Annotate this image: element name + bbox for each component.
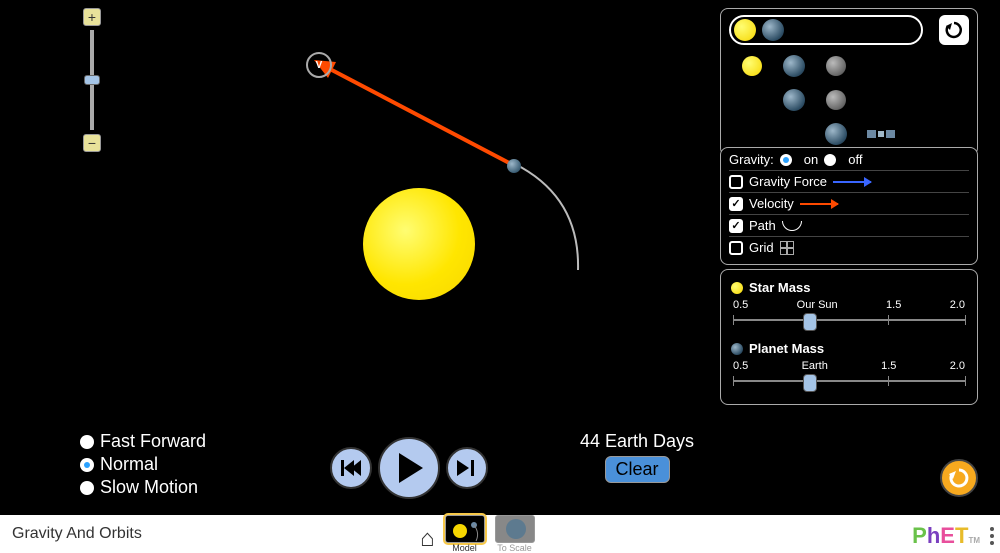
tab-label: Model	[452, 543, 477, 553]
gravity-label: Gravity:	[729, 152, 774, 167]
step-button[interactable]	[446, 447, 488, 489]
sim-title: Gravity And Orbits	[12, 525, 142, 543]
selected-system	[729, 15, 923, 45]
planet-mass-slider[interactable]	[733, 372, 965, 394]
tick: Our Sun	[797, 299, 838, 311]
velocity-vector[interactable]	[310, 54, 525, 174]
speed-radio-group: Fast Forward Normal Slow Motion	[80, 429, 206, 500]
arrow-icon	[833, 181, 871, 183]
preset-sun-planet[interactable]	[742, 56, 762, 76]
radio-icon	[80, 481, 94, 495]
speed-slow-label: Slow Motion	[100, 477, 198, 498]
arrow-icon	[800, 203, 838, 205]
tick: Earth	[802, 360, 828, 372]
velocity-head[interactable]: V	[306, 52, 332, 78]
planet-mass-label: Planet Mass	[749, 341, 824, 356]
path-label: Path	[749, 218, 776, 233]
sun-icon	[734, 19, 756, 41]
velocity-checkbox[interactable]	[729, 197, 743, 211]
velocity-label-cb: Velocity	[749, 196, 794, 211]
tab-to-scale[interactable]: To Scale	[495, 515, 535, 553]
velocity-label: V	[316, 60, 323, 71]
speed-normal-label: Normal	[100, 454, 158, 475]
tick: 0.5	[733, 299, 748, 311]
tick: 1.5	[886, 299, 901, 311]
path-checkbox[interactable]	[729, 219, 743, 233]
speed-fast-label: Fast Forward	[100, 431, 206, 452]
clear-button[interactable]: Clear	[605, 456, 670, 483]
grid-label: Grid	[749, 240, 774, 255]
tick: 1.5	[881, 360, 896, 372]
star-mass-slider[interactable]	[733, 311, 965, 333]
preset-planet-moon[interactable]	[826, 56, 846, 76]
tick: 0.5	[733, 360, 748, 372]
tick: 2.0	[950, 360, 965, 372]
play-button[interactable]	[378, 437, 440, 499]
planet-body[interactable]	[507, 159, 521, 173]
preset-earth2[interactable]	[783, 89, 805, 111]
slider-thumb[interactable]	[803, 374, 817, 392]
radio-icon	[80, 458, 94, 472]
zoom-slider[interactable]	[90, 30, 94, 130]
gravity-on-radio[interactable]	[780, 154, 792, 166]
home-icon: ⌂	[420, 525, 435, 553]
speed-normal[interactable]: Normal	[80, 454, 206, 475]
speed-fast[interactable]: Fast Forward	[80, 431, 206, 452]
system-panel	[720, 8, 978, 156]
sun-icon	[731, 282, 743, 294]
preset-moon2[interactable]	[826, 90, 846, 110]
rewind-button[interactable]	[330, 447, 372, 489]
star-mass-label: Star Mass	[749, 280, 810, 295]
gravity-off-label: off	[848, 152, 862, 167]
radio-icon	[80, 435, 94, 449]
grid-icon	[780, 241, 794, 255]
sun-body[interactable]	[363, 188, 475, 300]
path-icon	[782, 221, 802, 231]
home-button[interactable]: ⌂	[420, 525, 435, 553]
speed-slow[interactable]: Slow Motion	[80, 477, 206, 498]
reset-system-button[interactable]	[939, 15, 969, 45]
tick: 2.0	[950, 299, 965, 311]
gravity-force-label: Gravity Force	[749, 174, 827, 189]
zoom-in-button[interactable]: +	[83, 8, 101, 26]
preset-earth3[interactable]	[825, 123, 847, 145]
preset-satellite[interactable]	[867, 126, 895, 142]
earth-icon	[731, 343, 743, 355]
grid-checkbox[interactable]	[729, 241, 743, 255]
menu-button[interactable]	[990, 527, 994, 545]
elapsed-time: 44 Earth Days	[580, 431, 694, 452]
earth-icon	[762, 19, 784, 41]
slider-thumb[interactable]	[803, 313, 817, 331]
gravity-force-checkbox[interactable]	[729, 175, 743, 189]
preset-sun-planet-moon[interactable]	[783, 55, 805, 77]
mass-panel: Star Mass 0.5 Our Sun 1.5 2.0 Planet Mas…	[720, 269, 978, 405]
phet-logo[interactable]: PhETTM	[912, 523, 980, 549]
tab-model[interactable]: Model	[445, 515, 485, 553]
display-panel: Gravity: on off Gravity Force Velocity P…	[720, 147, 978, 265]
gravity-off-radio[interactable]	[824, 154, 836, 166]
reset-all-button[interactable]	[940, 459, 978, 497]
tab-label: To Scale	[497, 543, 532, 553]
zoom-thumb[interactable]	[84, 75, 100, 85]
gravity-on-label: on	[804, 152, 818, 167]
zoom-out-button[interactable]: −	[83, 134, 101, 152]
